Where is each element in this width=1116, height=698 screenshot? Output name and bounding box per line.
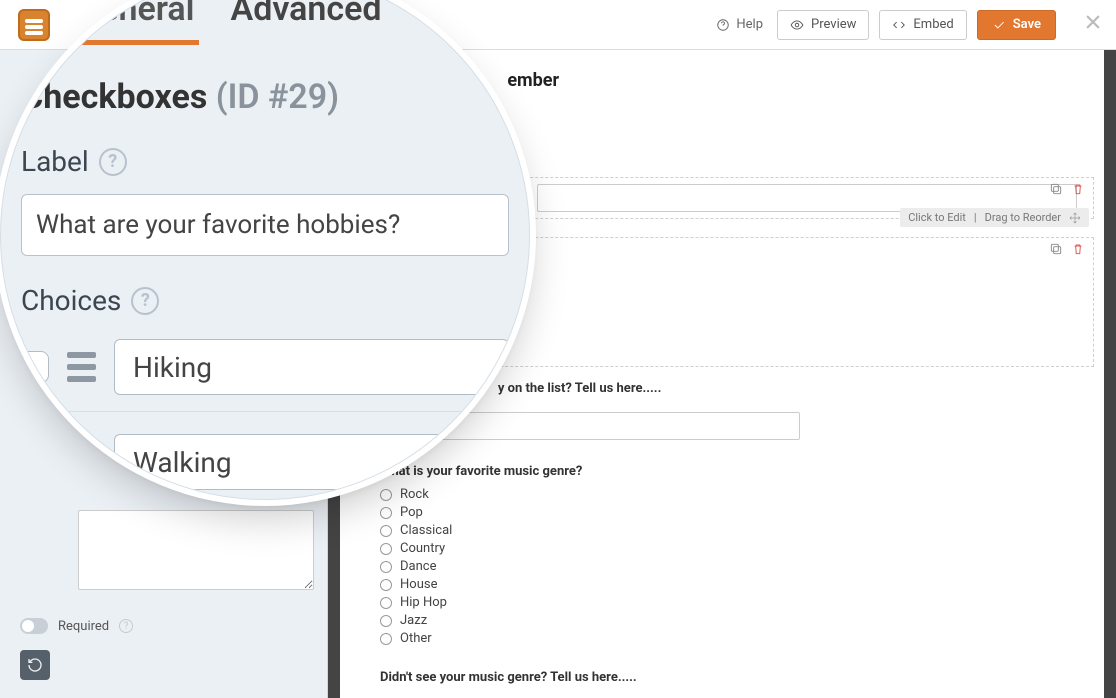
help-label: Help xyxy=(736,17,763,32)
delete-icon[interactable] xyxy=(1071,182,1085,196)
duplicate-icon[interactable] xyxy=(1049,242,1063,256)
drag-handle-icon[interactable] xyxy=(67,447,96,477)
radio-option[interactable]: Country xyxy=(380,541,1094,556)
panel-textarea[interactable] xyxy=(78,510,314,590)
move-icon xyxy=(1069,212,1081,224)
history-icon xyxy=(27,657,43,673)
radio-icon xyxy=(380,633,392,645)
help-link[interactable]: Help xyxy=(712,17,767,32)
required-help-icon[interactable]: ? xyxy=(119,619,133,633)
radio-option[interactable]: Hip Hop xyxy=(380,595,1094,610)
revisions-button[interactable] xyxy=(20,650,50,680)
save-button[interactable]: Save xyxy=(977,10,1056,40)
preview-button[interactable]: Preview xyxy=(777,10,869,40)
radio-label: House xyxy=(400,577,437,592)
radio-option[interactable]: Classical xyxy=(380,523,1094,538)
radio-label: Pop xyxy=(400,505,423,520)
radio-label: Classical xyxy=(400,523,452,538)
required-toggle[interactable] xyxy=(20,618,48,634)
choice-default-checkbox[interactable] xyxy=(21,351,49,383)
close-icon xyxy=(1084,13,1102,31)
music-other-question: Didn't see your music genre? Tell us her… xyxy=(380,670,1094,685)
reorder-hint: Click to Edit | Drag to Reorder xyxy=(900,208,1089,227)
app-logo xyxy=(13,11,53,51)
radio-icon xyxy=(380,507,392,519)
radio-icon xyxy=(380,543,392,555)
tab-smart[interactable]: S xyxy=(418,0,439,35)
choice-row xyxy=(21,339,509,412)
radio-option[interactable]: House xyxy=(380,577,1094,592)
help-icon xyxy=(716,18,730,32)
radio-option[interactable]: Other xyxy=(380,631,1094,646)
close-builder-button[interactable] xyxy=(1078,12,1108,37)
zoom-lens: General Advanced S Checkboxes (ID #29) L… xyxy=(0,0,530,500)
radio-label: Jazz xyxy=(400,613,427,628)
code-icon xyxy=(892,18,906,32)
preview-label: Preview xyxy=(811,17,856,32)
delete-icon[interactable] xyxy=(1071,242,1085,256)
panel-title: Checkboxes (ID #29) xyxy=(21,77,509,117)
eye-icon xyxy=(790,18,804,32)
tab-advanced-label: Advanced xyxy=(231,0,382,29)
save-label: Save xyxy=(1013,17,1041,32)
radio-icon xyxy=(380,561,392,573)
label-input[interactable] xyxy=(21,194,509,256)
check-icon xyxy=(992,18,1006,32)
label-heading: Label ? xyxy=(21,145,509,178)
tab-general[interactable]: General xyxy=(77,0,195,35)
required-label: Required xyxy=(58,619,109,634)
choice-input[interactable] xyxy=(114,434,509,490)
choice-row xyxy=(21,434,509,500)
drag-handle-icon[interactable] xyxy=(67,352,96,382)
tab-advanced[interactable]: Advanced xyxy=(231,0,382,35)
radio-label: Dance xyxy=(400,559,436,574)
radio-option[interactable]: Pop xyxy=(380,505,1094,520)
embed-button[interactable]: Embed xyxy=(879,10,966,40)
radio-option[interactable]: Jazz xyxy=(380,613,1094,628)
duplicate-icon[interactable] xyxy=(1049,182,1063,196)
radio-icon xyxy=(380,525,392,537)
embed-label: Embed xyxy=(913,17,953,32)
radio-label: Hip Hop xyxy=(400,595,447,610)
label-help-icon[interactable]: ? xyxy=(99,148,127,176)
radio-option[interactable]: Dance xyxy=(380,559,1094,574)
radio-icon xyxy=(380,615,392,627)
radio-icon xyxy=(380,579,392,591)
radio-label: Other xyxy=(400,631,432,646)
tab-general-label: General xyxy=(77,0,195,29)
choices-heading: Choices ? xyxy=(21,284,509,317)
choice-input[interactable] xyxy=(114,339,509,395)
radio-label: Country xyxy=(400,541,445,556)
radio-icon xyxy=(380,597,392,609)
choices-help-icon[interactable]: ? xyxy=(131,287,159,315)
